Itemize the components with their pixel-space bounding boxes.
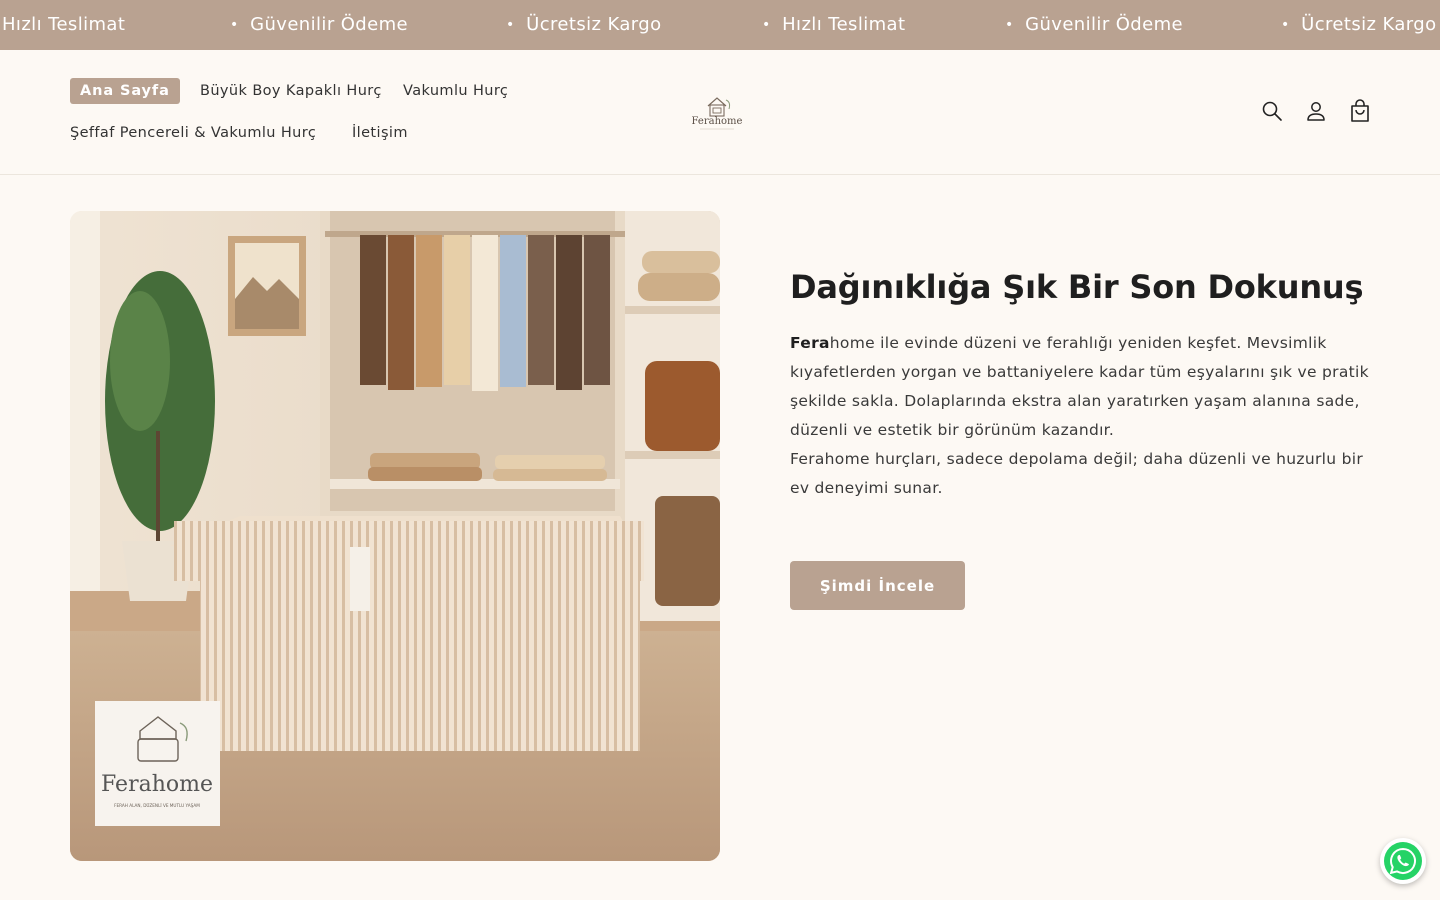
nav-clear-window-vacuum-storage[interactable]: Şeffaf Pencereli & Vakumlu Hurç xyxy=(70,120,316,146)
bullet: • xyxy=(230,17,239,33)
cart-icon[interactable] xyxy=(1347,98,1373,124)
nav-large-lidded-storage[interactable]: Büyük Boy Kapaklı Hurç xyxy=(200,78,382,104)
bullet: • xyxy=(1281,17,1290,33)
announcement-label: Hızlı Teslimat xyxy=(2,14,126,35)
hero-brand-bold: Fera xyxy=(790,334,830,352)
bullet: • xyxy=(506,17,515,33)
announcement-item: • Güvenilir Ödeme xyxy=(1005,0,1183,50)
announcement-label: Güvenilir Ödeme xyxy=(250,14,409,35)
site-header: Ana Sayfa Büyük Boy Kapaklı Hurç Vakumlu… xyxy=(0,50,1440,175)
hero-paragraph-2: Ferahome hurçları, sadece depolama değil… xyxy=(790,450,1363,497)
nav-contact[interactable]: İletişim xyxy=(352,120,408,146)
logo-text: Ferahome xyxy=(692,116,743,127)
hero-badge-tagline: FERAH ALAN, DÜZENLİ VE MUTLU YAŞAM xyxy=(114,803,200,808)
search-icon[interactable] xyxy=(1259,98,1285,124)
announcement-label: Ücretsiz Kargo xyxy=(526,14,662,35)
announcement-label: Hızlı Teslimat xyxy=(782,14,906,35)
account-icon[interactable] xyxy=(1303,98,1329,124)
announcement-item: • Hızlı Teslimat xyxy=(762,0,905,50)
shop-now-button[interactable]: Şimdi İncele xyxy=(790,561,965,610)
hero-paragraph-1-rest: home ile evinde düzeni ve ferahlığı yeni… xyxy=(790,334,1369,439)
announcement-item: • Ücretsiz Kargo xyxy=(1281,0,1437,50)
nav-home[interactable]: Ana Sayfa xyxy=(70,78,180,104)
site-logo[interactable]: Ferahome xyxy=(686,86,748,134)
announcement-label: Ücretsiz Kargo xyxy=(1301,14,1437,35)
bullet: • xyxy=(1005,17,1014,33)
logo-mark: Ferahome xyxy=(692,97,743,130)
nav-vacuum-storage[interactable]: Vakumlu Hurç xyxy=(403,78,508,104)
announcement-item: • Ücretsiz Kargo xyxy=(506,0,662,50)
hero-image: Ferahome FERAH ALAN, DÜZENLİ VE MUTLU YA… xyxy=(70,211,720,861)
bullet: • xyxy=(762,17,771,33)
hero-description: Ferahome ile evinde düzeni ve ferahlığı … xyxy=(790,329,1370,503)
announcement-label: Güvenilir Ödeme xyxy=(1025,14,1184,35)
announcement-bar: Hızlı Teslimat • Güvenilir Ödeme • Ücret… xyxy=(0,0,1440,50)
announcement-item: Hızlı Teslimat xyxy=(2,0,125,50)
hero-paragraph-1: Ferahome ile evinde düzeni ve ferahlığı … xyxy=(790,329,1370,445)
hero-title: Dağınıklığa Şık Bir Son Dokunuş xyxy=(790,268,1364,306)
announcement-item: • Güvenilir Ödeme xyxy=(230,0,408,50)
whatsapp-icon xyxy=(1384,842,1422,880)
whatsapp-button[interactable] xyxy=(1380,838,1426,884)
hero-badge-brand: Ferahome xyxy=(101,772,213,797)
